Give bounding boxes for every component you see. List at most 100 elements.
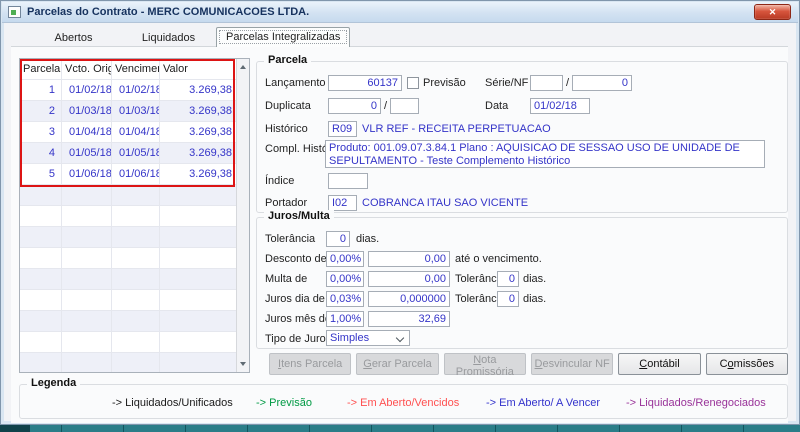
lancamento-label: Lançamento: [265, 77, 326, 89]
button-conta-bil[interactable]: Contábil: [618, 353, 701, 375]
serie-nf-field-1[interactable]: [530, 75, 563, 91]
table-cell: [160, 311, 236, 332]
parcelas-table-panel: ParcelaVcto. OrigVencimentoValor101/02/1…: [19, 58, 250, 373]
group-parcela-title: Parcela: [264, 54, 312, 66]
table-cell: 3.269,38: [160, 143, 236, 164]
indice-field[interactable]: [328, 173, 368, 189]
dialog-window: Parcelas do Contrato - MERC COMUNICACOES…: [0, 0, 800, 425]
table-cell: [160, 332, 236, 353]
table-row[interactable]: 2 01/03/18 01/03/18 3.269,38: [20, 101, 236, 122]
close-icon[interactable]: ✕: [754, 4, 791, 20]
table-empty-row: [20, 290, 236, 311]
table-cell: [112, 227, 160, 248]
table-cell: 01/02/18: [112, 80, 160, 101]
juros-dia-percent-field[interactable]: 0,03%: [326, 291, 364, 307]
legend-title: Legenda: [27, 377, 81, 389]
scroll-up-icon[interactable]: [237, 60, 249, 74]
juros-dia-tolerancia-field[interactable]: 0: [497, 291, 519, 307]
table-cell: 01/03/18: [62, 101, 112, 122]
historico-code-field[interactable]: R09: [328, 121, 357, 137]
table-row[interactable]: 5 01/06/18 01/06/18 3.269,38: [20, 164, 236, 185]
historico-label: Histórico: [265, 123, 308, 135]
legend-item-previsa-o: -> Previsão: [256, 397, 312, 409]
multa-label: Multa de: [265, 273, 308, 285]
parcelas-grid: ParcelaVcto. OrigVencimentoValor101/02/1…: [20, 59, 236, 372]
tab-parcelas-integralizadas[interactable]: Parcelas Integralizadas: [216, 27, 351, 47]
table-cell: [112, 311, 160, 332]
serie-nf-field-2[interactable]: 0: [572, 75, 632, 91]
multa-suffix: dias.: [523, 273, 547, 285]
scroll-down-icon[interactable]: [237, 357, 249, 371]
legend-item-em-aberto-a-vencer: -> Em Aberto/ A Vencer: [486, 397, 601, 409]
tolerancia-field[interactable]: 0: [326, 231, 350, 247]
group-parcela: Parcela Lançamento 60137 Previsão Série/…: [256, 54, 788, 213]
table-cell: [20, 227, 62, 248]
table-cell: [20, 311, 62, 332]
table-empty-row: [20, 206, 236, 227]
table-cell: [160, 248, 236, 269]
tolerancia-label: Tolerância: [265, 233, 316, 245]
column-header-valor: Valor: [160, 59, 236, 80]
column-header-parcela: Parcela: [20, 59, 62, 80]
duplicata-field-1[interactable]: 0: [328, 98, 381, 114]
table-header-row: ParcelaVcto. OrigVencimentoValor: [20, 59, 236, 80]
group-juros-multa: Juros/Multa Tolerância 0 dias. Desconto …: [256, 210, 788, 349]
indice-label: Índice: [265, 175, 295, 187]
button-comisso-es[interactable]: Comissões: [705, 353, 788, 375]
table-cell: [62, 311, 112, 332]
button-nota-promisso-ria: Nota Promissória: [443, 353, 526, 378]
lancamento-field[interactable]: 60137: [328, 75, 402, 91]
multa-tolerancia-field[interactable]: 0: [497, 271, 519, 287]
table-empty-row: [20, 353, 236, 372]
table-cell: 01/05/18: [62, 143, 112, 164]
portador-description: COBRANCA ITAU SAO VICENTE: [362, 197, 529, 209]
tab-abertos[interactable]: Abertos: [26, 30, 121, 47]
table-cell: 01/06/18: [62, 164, 112, 185]
compl-historico-field[interactable]: Produto: 001.09.07.3.84.1 Plano : AQUISI…: [325, 140, 765, 168]
juros-mes-value-field[interactable]: 32,69: [368, 311, 450, 327]
table-empty-row: [20, 248, 236, 269]
group-legend: Legenda -> Liquidados/Unificados -> Previ…: [19, 377, 788, 419]
historico-description: VLR REF - RECEITA PERPETUACAO: [362, 123, 551, 135]
duplicata-field-2[interactable]: [390, 98, 419, 114]
previsao-label: Previsão: [423, 77, 466, 89]
table-cell: 3.269,38: [160, 80, 236, 101]
multa-value-field[interactable]: 0,00: [368, 271, 450, 287]
window-title: Parcelas do Contrato - MERC COMUNICACOES…: [27, 6, 310, 18]
table-cell: [160, 269, 236, 290]
juros-dia-label: Juros dia de: [265, 293, 325, 305]
portador-code-field[interactable]: I02: [328, 195, 357, 211]
table-cell: 3: [20, 122, 62, 143]
tipo-juros-select[interactable]: Simples: [326, 330, 410, 346]
table-cell: 01/06/18: [112, 164, 160, 185]
juros-mes-percent-field[interactable]: 1,00%: [326, 311, 364, 327]
data-field[interactable]: 01/02/18: [530, 98, 590, 114]
table-cell: [20, 269, 62, 290]
table-empty-row: [20, 185, 236, 206]
table-row[interactable]: 1 01/02/18 01/02/18 3.269,38: [20, 80, 236, 101]
tab-strip: Abertos Liquidados Parcelas Integralizadas: [26, 27, 351, 47]
tab-liquidados[interactable]: Liquidados: [121, 30, 216, 47]
table-row[interactable]: 4 01/05/18 01/05/18 3.269,38: [20, 143, 236, 164]
juros-dia-suffix: dias.: [523, 293, 547, 305]
table-row[interactable]: 3 01/04/18 01/04/18 3.269,38: [20, 122, 236, 143]
table-cell: [62, 290, 112, 311]
desconto-percent-field[interactable]: 0,00%: [326, 251, 364, 267]
table-cell: [20, 332, 62, 353]
desconto-value-field[interactable]: 0,00: [368, 251, 450, 267]
table-cell: [62, 248, 112, 269]
desconto-label: Desconto de: [265, 253, 327, 265]
previsao-checkbox[interactable]: [407, 77, 419, 89]
button-gerar-parcela: Gerar Parcela: [356, 353, 439, 375]
table-cell: [62, 353, 112, 372]
table-cell: [62, 227, 112, 248]
table-cell: 01/04/18: [62, 122, 112, 143]
table-cell: [62, 269, 112, 290]
tolerancia-suffix: dias.: [356, 233, 380, 245]
table-scrollbar[interactable]: [236, 59, 249, 372]
multa-percent-field[interactable]: 0,00%: [326, 271, 364, 287]
juros-dia-value-field[interactable]: 0,000000: [368, 291, 450, 307]
table-cell: [112, 269, 160, 290]
button-itens-parcela: Itens Parcela: [269, 353, 352, 375]
serie-nf-label: Série/NF: [485, 77, 529, 89]
